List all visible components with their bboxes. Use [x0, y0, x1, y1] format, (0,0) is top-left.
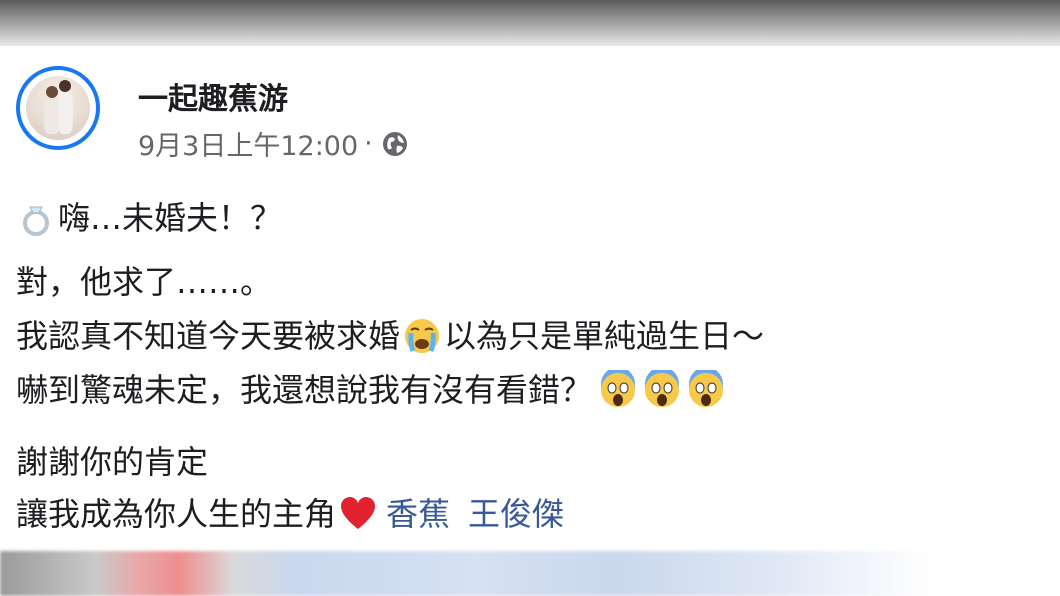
post-line-2-text: 對，他求了……。 — [16, 263, 273, 301]
page-name-link[interactable]: 一起趣蕉游 — [138, 74, 288, 118]
post-line-4-text: 嚇到驚魂未定，我還想說我有沒有看錯？ — [16, 371, 593, 409]
ring-emoji — [23, 206, 49, 236]
globe-icon[interactable] — [381, 130, 409, 158]
post-timestamp[interactable]: 9月3日上午12:00 — [138, 124, 358, 163]
red-heart-emoji — [341, 497, 376, 529]
post-line-4: 嚇到驚魂未定，我還想說我有沒有看錯？ — [16, 368, 728, 412]
post-line-6: 讓我成為你人生的主角 香蕉 王俊傑 — [16, 492, 564, 536]
tag-link-wang-junjie[interactable]: 王俊傑 — [468, 492, 564, 536]
screaming-face-emoji — [601, 370, 636, 407]
post-line-6-text: 讓我成為你人生的主角 — [16, 495, 337, 533]
post-line-3-text-a: 我認真不知道今天要被求婚 — [16, 317, 401, 355]
crying-face-emoji — [405, 319, 440, 353]
post-line-5: 謝謝你的肯定 — [16, 440, 208, 484]
avatar-photo — [26, 76, 90, 140]
blurred-bottom-band — [0, 551, 1060, 596]
screaming-face-emoji — [689, 370, 724, 407]
post-line-5-text: 謝謝你的肯定 — [16, 443, 209, 481]
post-line-2: 對，他求了……。 — [16, 260, 272, 304]
tag-link-banana[interactable]: 香蕉 — [386, 492, 450, 536]
post-line-3: 我認真不知道今天要被求婚 以為只是單純過生日～ — [16, 314, 764, 358]
post-line-1-text: 嗨…未婚夫！？ — [58, 199, 283, 237]
facebook-post: 一起趣蕉游 9月3日上午12:00 · 嗨…未婚夫！？ 對，他求了……。 我認真… — [0, 46, 1060, 551]
screaming-face-emoji — [645, 370, 680, 407]
post-meta: 9月3日上午12:00 · — [138, 124, 409, 163]
post-line-1: 嗨…未婚夫！？ — [16, 196, 282, 240]
blurred-top-band — [0, 0, 1060, 46]
post-line-3-text-b: 以為只是單純過生日～ — [444, 317, 765, 355]
profile-avatar[interactable] — [16, 66, 100, 150]
meta-separator: · — [364, 128, 373, 159]
